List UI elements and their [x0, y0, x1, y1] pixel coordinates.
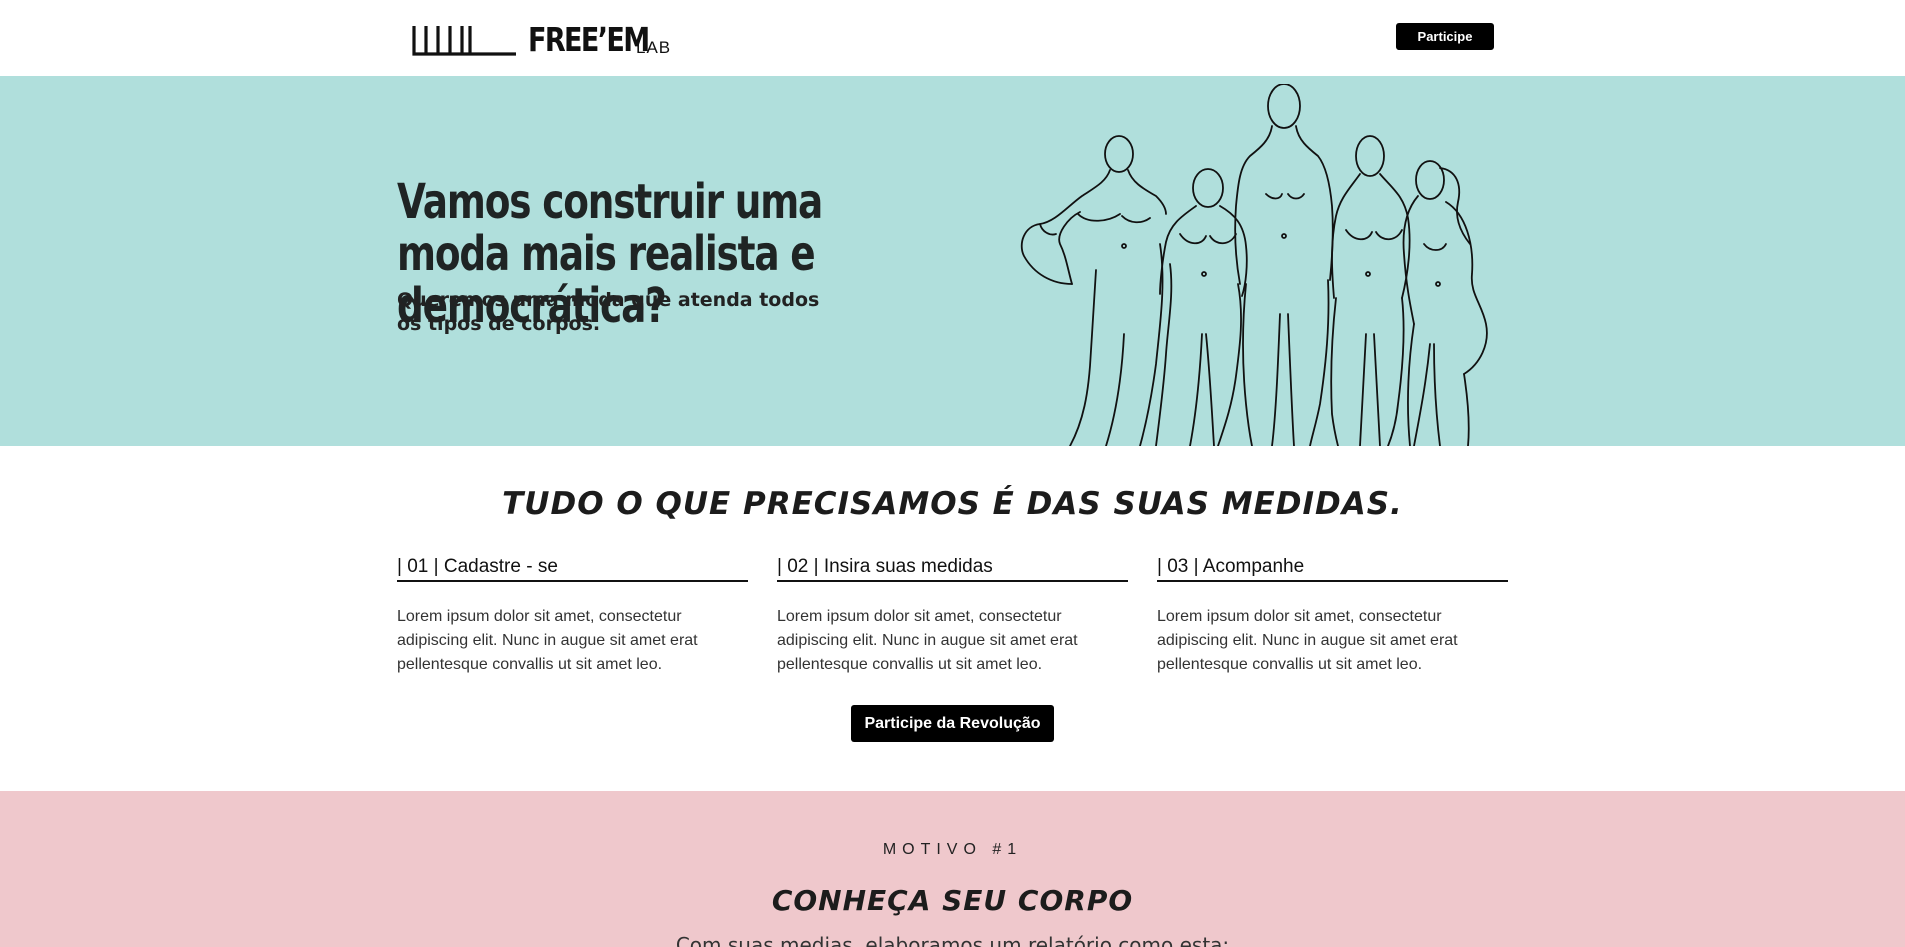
hero-section: Vamos construir uma moda mais realista e… — [0, 76, 1905, 446]
step-text: Lorem ipsum dolor sit amet, consectetur … — [777, 608, 1078, 673]
figure-4 — [1330, 135, 1411, 446]
figure-1 — [1020, 135, 1167, 446]
site-header: FREE’EM LAB Participe — [0, 0, 1905, 76]
step-label: | 02 | Insira suas medidas — [777, 556, 1128, 582]
logo-bars-icon — [412, 26, 516, 56]
brand-logo[interactable]: FREE’EM LAB — [412, 20, 671, 59]
motivo-text: Com suas medias, elaboramos um relatório… — [675, 933, 1230, 947]
body-silhouettes-illustration — [1020, 84, 1488, 446]
step-label: | 01 | Cadastre - se — [397, 556, 748, 582]
brand-name: FREE’EM — [528, 20, 650, 59]
hero-subtitle: Queremos uma moda que atenda todos os ti… — [397, 289, 820, 335]
step-text: Lorem ipsum dolor sit amet, consectetur … — [397, 608, 698, 673]
motivo-section: MOTIVO #1 CONHEÇA SEU CORPO Com suas med… — [0, 791, 1905, 947]
step-card-02: | 02 | Insira suas medidas Lorem ipsum d… — [777, 556, 1128, 677]
step-label: | 03 | Acompanhe — [1157, 556, 1508, 582]
step-card-01: | 01 | Cadastre - se Lorem ipsum dolor s… — [397, 556, 748, 677]
motivo-kicker: MOTIVO #1 — [882, 841, 1023, 858]
steps-title: TUDO O QUE PRECISAMOS É DAS SUAS MEDIDAS… — [502, 486, 1403, 522]
figure-2 — [1155, 168, 1248, 446]
figure-3 — [1234, 84, 1334, 446]
step-card-03: | 03 | Acompanhe Lorem ipsum dolor sit a… — [1157, 556, 1508, 677]
step-text: Lorem ipsum dolor sit amet, consectetur … — [1157, 608, 1458, 673]
motivo-title: CONHEÇA SEU CORPO — [771, 884, 1134, 917]
participe-da-revolucao-button[interactable]: Participe da Revolução — [851, 705, 1054, 742]
participe-button[interactable]: Participe — [1396, 23, 1494, 50]
figure-5 — [1402, 160, 1488, 446]
